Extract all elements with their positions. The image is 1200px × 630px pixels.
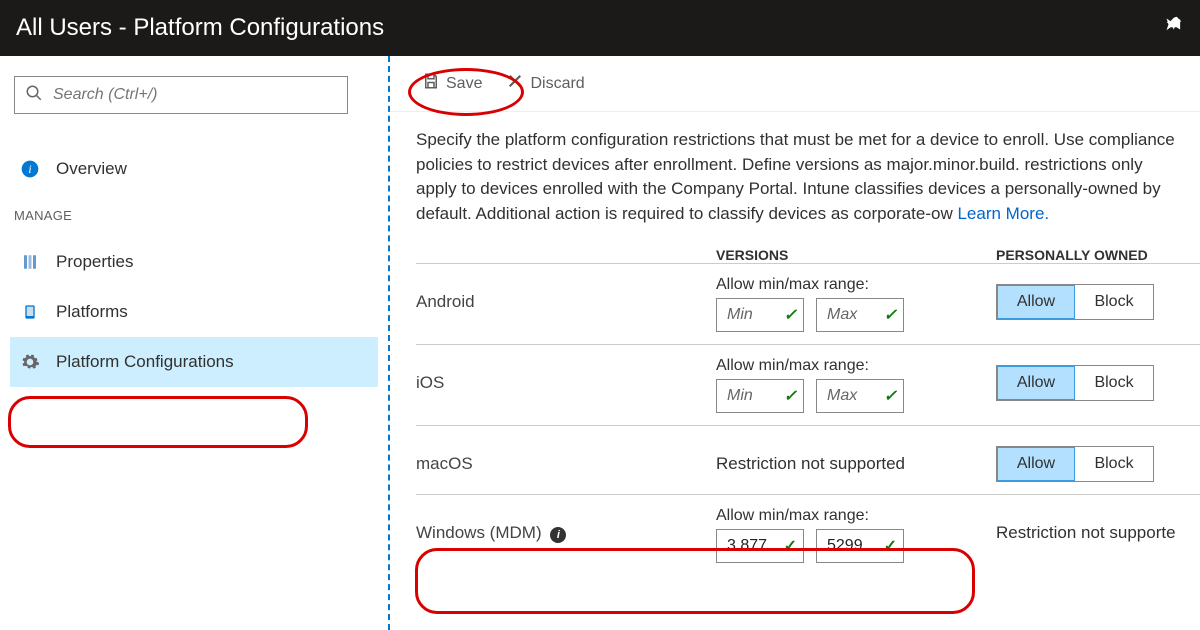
config-table: VERSIONS PERSONALLY OWNED Android Allow … bbox=[390, 237, 1200, 575]
sidebar: i Overview MANAGE Properties Platforms P… bbox=[0, 56, 390, 630]
min-input[interactable]: 3.877✓ bbox=[716, 529, 804, 563]
section-manage: MANAGE bbox=[10, 198, 378, 233]
intro-text: Specify the platform configuration restr… bbox=[390, 112, 1200, 237]
allow-button[interactable]: Allow bbox=[997, 285, 1075, 319]
gear-icon bbox=[20, 352, 40, 372]
allow-block-toggle: Allow Block bbox=[996, 284, 1154, 320]
range-label: Allow min/max range: bbox=[716, 507, 996, 525]
platform-name: iOS bbox=[416, 357, 716, 393]
info-icon[interactable]: i bbox=[550, 527, 566, 543]
search-box[interactable] bbox=[14, 76, 348, 114]
platform-name: Android bbox=[416, 276, 716, 312]
svg-text:i: i bbox=[28, 163, 31, 176]
row-ios: iOS Allow min/max range: Min✓ Max✓ Allow… bbox=[416, 344, 1200, 425]
allow-button[interactable]: Allow bbox=[997, 447, 1075, 481]
save-button[interactable]: Save bbox=[422, 72, 482, 95]
info-icon: i bbox=[20, 159, 40, 179]
check-icon: ✓ bbox=[784, 386, 797, 406]
save-label: Save bbox=[446, 75, 482, 93]
not-supported: Restriction not supporte bbox=[996, 507, 1200, 543]
toolbar: Save Discard bbox=[390, 56, 1200, 112]
nav-overview-label: Overview bbox=[56, 159, 127, 179]
range-label: Allow min/max range: bbox=[716, 357, 996, 375]
search-icon bbox=[25, 84, 43, 106]
nav-overview[interactable]: i Overview bbox=[10, 144, 378, 194]
block-button[interactable]: Block bbox=[1075, 366, 1153, 400]
close-icon bbox=[506, 72, 524, 95]
platform-name: macOS bbox=[416, 438, 716, 474]
col-versions: VERSIONS bbox=[716, 247, 996, 263]
device-icon bbox=[20, 302, 40, 322]
discard-button[interactable]: Discard bbox=[506, 72, 584, 95]
min-input[interactable]: Min✓ bbox=[716, 379, 804, 413]
min-input[interactable]: Min✓ bbox=[716, 298, 804, 332]
check-icon: ✓ bbox=[884, 536, 897, 556]
block-button[interactable]: Block bbox=[1075, 285, 1153, 319]
platform-name: Windows (MDM) i bbox=[416, 507, 716, 543]
check-icon: ✓ bbox=[784, 536, 797, 556]
allow-block-toggle: Allow Block bbox=[996, 365, 1154, 401]
search-input[interactable] bbox=[53, 86, 337, 104]
learn-more-link[interactable]: Learn More. bbox=[957, 204, 1049, 223]
range-label: Allow min/max range: bbox=[716, 276, 996, 294]
check-icon: ✓ bbox=[884, 386, 897, 406]
row-android: Android Allow min/max range: Min✓ Max✓ A… bbox=[416, 263, 1200, 344]
nav-properties-label: Properties bbox=[56, 252, 133, 272]
properties-icon bbox=[20, 252, 40, 272]
nav-platforms-label: Platforms bbox=[56, 302, 128, 322]
check-icon: ✓ bbox=[784, 305, 797, 325]
row-macos: macOS Restriction not supported Allow Bl… bbox=[416, 425, 1200, 494]
row-windows: Windows (MDM) i Allow min/max range: 3.8… bbox=[416, 494, 1200, 575]
nav-platform-configs[interactable]: Platform Configurations bbox=[10, 337, 378, 387]
allow-button[interactable]: Allow bbox=[997, 366, 1075, 400]
save-icon bbox=[422, 72, 440, 95]
not-supported: Restriction not supported bbox=[716, 438, 996, 474]
page-title: All Users - Platform Configurations bbox=[16, 14, 384, 42]
nav-platform-configs-label: Platform Configurations bbox=[56, 352, 234, 372]
nav-properties[interactable]: Properties bbox=[10, 237, 378, 287]
max-input[interactable]: Max✓ bbox=[816, 379, 904, 413]
block-button[interactable]: Block bbox=[1075, 447, 1153, 481]
check-icon: ✓ bbox=[884, 305, 897, 325]
col-owned: PERSONALLY OWNED bbox=[996, 247, 1200, 263]
allow-block-toggle: Allow Block bbox=[996, 446, 1154, 482]
pin-icon[interactable] bbox=[1162, 14, 1184, 42]
main-panel: Save Discard Specify the platform config… bbox=[390, 56, 1200, 630]
max-input[interactable]: 5299.✓ bbox=[816, 529, 904, 563]
discard-label: Discard bbox=[530, 75, 584, 93]
blade-header: All Users - Platform Configurations bbox=[0, 0, 1200, 56]
max-input[interactable]: Max✓ bbox=[816, 298, 904, 332]
nav-platforms[interactable]: Platforms bbox=[10, 287, 378, 337]
